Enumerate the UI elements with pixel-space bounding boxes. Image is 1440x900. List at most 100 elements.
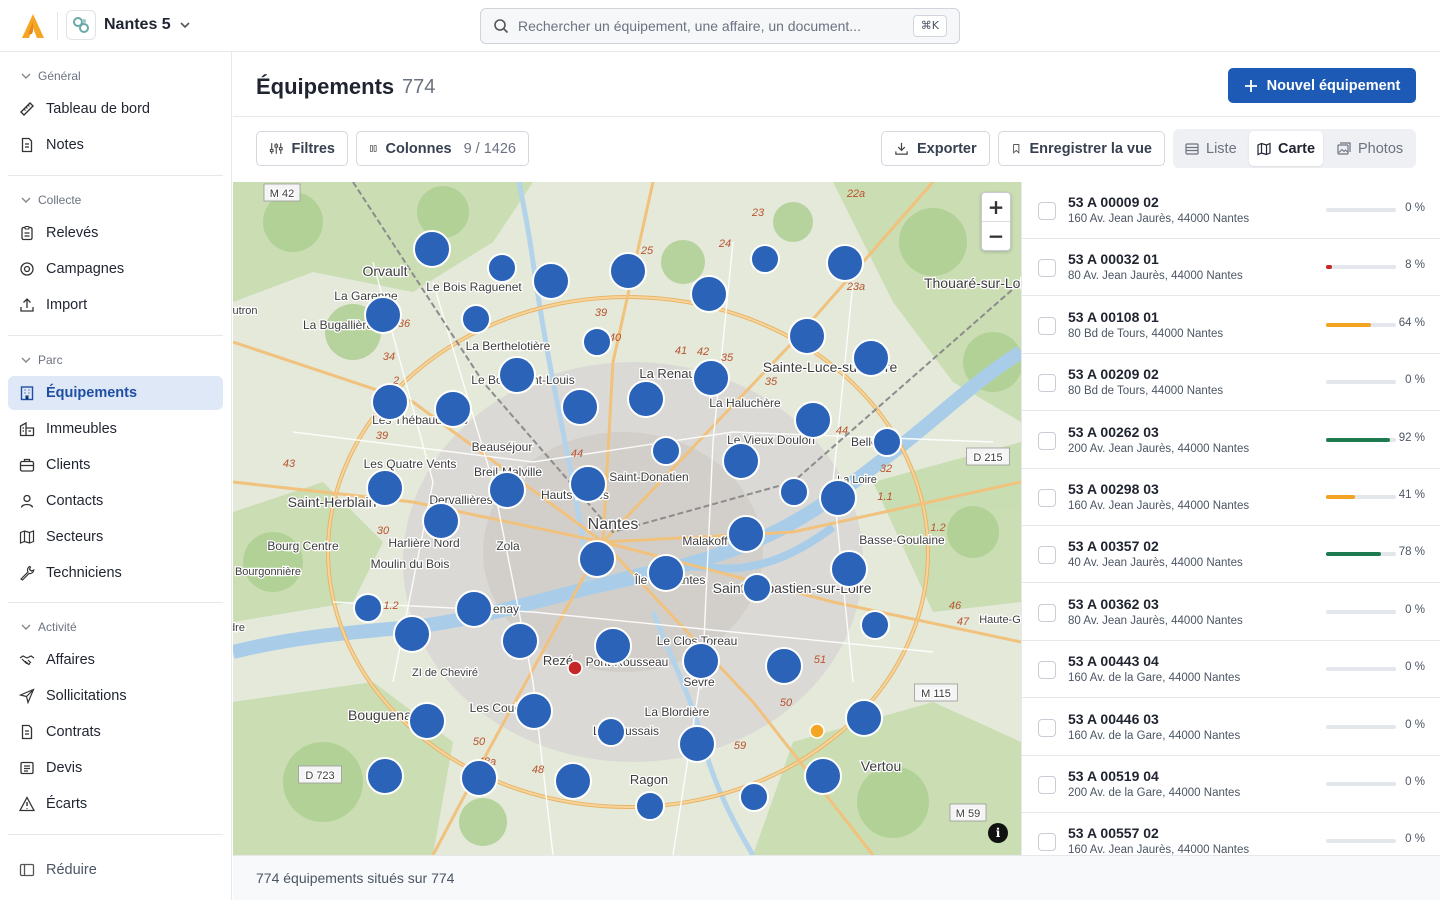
collapse-sidebar-button[interactable]: Réduire	[8, 853, 223, 887]
row-checkbox[interactable]	[1038, 202, 1056, 220]
equipment-marker[interactable]	[690, 275, 728, 313]
row-checkbox[interactable]	[1038, 259, 1056, 277]
equipment-row[interactable]: 53 A 00009 02 160 Av. Jean Jaurès, 44000 …	[1022, 182, 1440, 239]
view-tab-list[interactable]: Liste	[1177, 131, 1245, 166]
new-equipment-button[interactable]: Nouvel équipement	[1228, 68, 1416, 103]
row-checkbox[interactable]	[1038, 489, 1056, 507]
equipment-marker[interactable]	[739, 782, 769, 812]
equipment-marker[interactable]	[366, 757, 404, 795]
equipment-marker[interactable]	[804, 757, 842, 795]
equipment-marker[interactable]	[794, 401, 832, 439]
equipment-marker[interactable]	[742, 573, 772, 603]
equipment-marker[interactable]	[852, 339, 890, 377]
zoom-out-button[interactable]: −	[982, 222, 1010, 250]
app-logo-icon[interactable]	[18, 12, 48, 40]
sidebar-item-releves[interactable]: Relevés	[8, 216, 223, 250]
sidebar-item-equipements[interactable]: Équipements	[8, 376, 223, 410]
view-tab-map[interactable]: Carte	[1249, 131, 1324, 166]
map-info-button[interactable]: i	[988, 823, 1008, 843]
sidebar-item-contrats[interactable]: Contrats	[8, 715, 223, 749]
equipment-marker[interactable]	[515, 692, 553, 730]
equipment-marker[interactable]	[498, 356, 536, 394]
equipment-marker[interactable]	[765, 647, 803, 685]
row-checkbox[interactable]	[1038, 546, 1056, 564]
equipment-marker[interactable]	[434, 390, 472, 428]
equipment-row[interactable]: 53 A 00362 03 80 Av. Jean Jaurès, 44000 N…	[1022, 584, 1440, 641]
equipment-row[interactable]: 53 A 00108 01 80 Bd de Tours, 44000 Nante…	[1022, 297, 1440, 354]
section-parc-header[interactable]: Parc	[20, 352, 63, 368]
equipment-marker[interactable]	[788, 317, 826, 355]
equipment-marker[interactable]	[779, 477, 809, 507]
equipment-marker[interactable]	[393, 615, 431, 653]
equipment-marker[interactable]	[582, 327, 612, 357]
equipment-row[interactable]: 53 A 00357 02 40 Av. Jean Jaurès, 44000 N…	[1022, 526, 1440, 583]
equipment-marker[interactable]	[627, 380, 665, 418]
equipment-marker[interactable]	[366, 469, 404, 507]
equipment-marker[interactable]	[554, 762, 592, 800]
columns-button[interactable]: Colonnes 9 / 1426	[356, 131, 529, 166]
map-canvas[interactable]: M 42OrvaultLe Bois RaguenetLa GarenneLa …	[233, 182, 1021, 855]
sidebar-item-sollicitations[interactable]: Sollicitations	[8, 679, 223, 713]
equipment-marker[interactable]	[845, 699, 883, 737]
equipment-marker[interactable]	[422, 502, 460, 540]
equipment-marker[interactable]	[408, 702, 446, 740]
equipment-marker[interactable]	[569, 465, 607, 503]
sidebar-item-campagnes[interactable]: Campagnes	[8, 252, 223, 286]
chevron-down-icon[interactable]	[178, 18, 192, 32]
equipment-marker[interactable]	[371, 383, 409, 421]
zoom-in-button[interactable]: +	[982, 193, 1010, 221]
row-checkbox[interactable]	[1038, 432, 1056, 450]
sidebar-item-clients[interactable]: Clients	[8, 448, 223, 482]
equipment-marker[interactable]	[594, 627, 632, 665]
org-avatar[interactable]	[66, 10, 96, 40]
equipment-row[interactable]: 53 A 00032 01 80 Av. Jean Jaurès, 44000 N…	[1022, 239, 1440, 296]
equipment-marker[interactable]	[487, 253, 517, 283]
equipment-marker[interactable]	[809, 723, 825, 739]
sidebar-item-devis[interactable]: Devis	[8, 751, 223, 785]
org-name[interactable]: Nantes 5	[104, 16, 171, 34]
equipment-map[interactable]: M 42 Orvault Le Bois Raguenet La Garenne La …	[233, 182, 1021, 855]
equipment-marker[interactable]	[353, 593, 383, 623]
equipment-marker[interactable]	[609, 252, 647, 290]
equipment-marker[interactable]	[819, 479, 857, 517]
equipment-marker[interactable]	[561, 388, 599, 426]
section-collecte-header[interactable]: Collecte	[20, 192, 81, 208]
equipment-marker[interactable]	[826, 244, 864, 282]
equipment-row[interactable]: 53 A 00519 04 200 Av. de la Gare, 44000 N…	[1022, 756, 1440, 813]
equipment-marker[interactable]	[750, 244, 780, 274]
sidebar-item-affaires[interactable]: Affaires	[8, 643, 223, 677]
row-checkbox[interactable]	[1038, 317, 1056, 335]
global-search-input[interactable]: Rechercher un équipement, une affaire, u…	[480, 8, 960, 44]
equipment-row[interactable]: 53 A 00209 02 80 Bd de Tours, 44000 Nante…	[1022, 354, 1440, 411]
equipment-marker[interactable]	[567, 660, 583, 676]
equipment-marker[interactable]	[678, 725, 716, 763]
view-tab-photos[interactable]: Photos	[1329, 131, 1411, 166]
equipment-row[interactable]: 53 A 00262 03 200 Av. Jean Jaurès, 44000 …	[1022, 412, 1440, 469]
row-checkbox[interactable]	[1038, 661, 1056, 679]
equipment-marker[interactable]	[596, 717, 626, 747]
row-checkbox[interactable]	[1038, 374, 1056, 392]
sidebar-item-ecarts[interactable]: Écarts	[8, 787, 223, 821]
equipment-marker[interactable]	[413, 230, 451, 268]
equipment-marker[interactable]	[692, 359, 730, 397]
equipment-marker[interactable]	[872, 427, 902, 457]
equipment-row[interactable]: 53 A 00298 03 160 Av. Jean Jaurès, 44000 …	[1022, 469, 1440, 526]
section-activite-header[interactable]: Activité	[20, 619, 77, 635]
filters-button[interactable]: Filtres	[256, 131, 348, 166]
export-button[interactable]: Exporter	[881, 131, 990, 166]
sidebar-item-techniciens[interactable]: Techniciens	[8, 556, 223, 590]
row-checkbox[interactable]	[1038, 719, 1056, 737]
sidebar-item-immeubles[interactable]: Immeubles	[8, 412, 223, 446]
equipment-marker[interactable]	[682, 642, 720, 680]
equipment-marker[interactable]	[461, 304, 491, 334]
sidebar-item-notes[interactable]: Notes	[8, 128, 223, 162]
sidebar-item-dashboard[interactable]: Tableau de bord	[8, 92, 223, 126]
equipment-marker[interactable]	[460, 759, 498, 797]
equipment-row[interactable]: 53 A 00557 02 160 Av. Jean Jaurès, 44000 …	[1022, 813, 1440, 855]
equipment-marker[interactable]	[651, 436, 681, 466]
equipment-marker[interactable]	[455, 590, 493, 628]
equipment-marker[interactable]	[532, 262, 570, 300]
equipment-marker[interactable]	[364, 296, 402, 334]
sidebar-item-secteurs[interactable]: Secteurs	[8, 520, 223, 554]
equipment-marker[interactable]	[860, 610, 890, 640]
